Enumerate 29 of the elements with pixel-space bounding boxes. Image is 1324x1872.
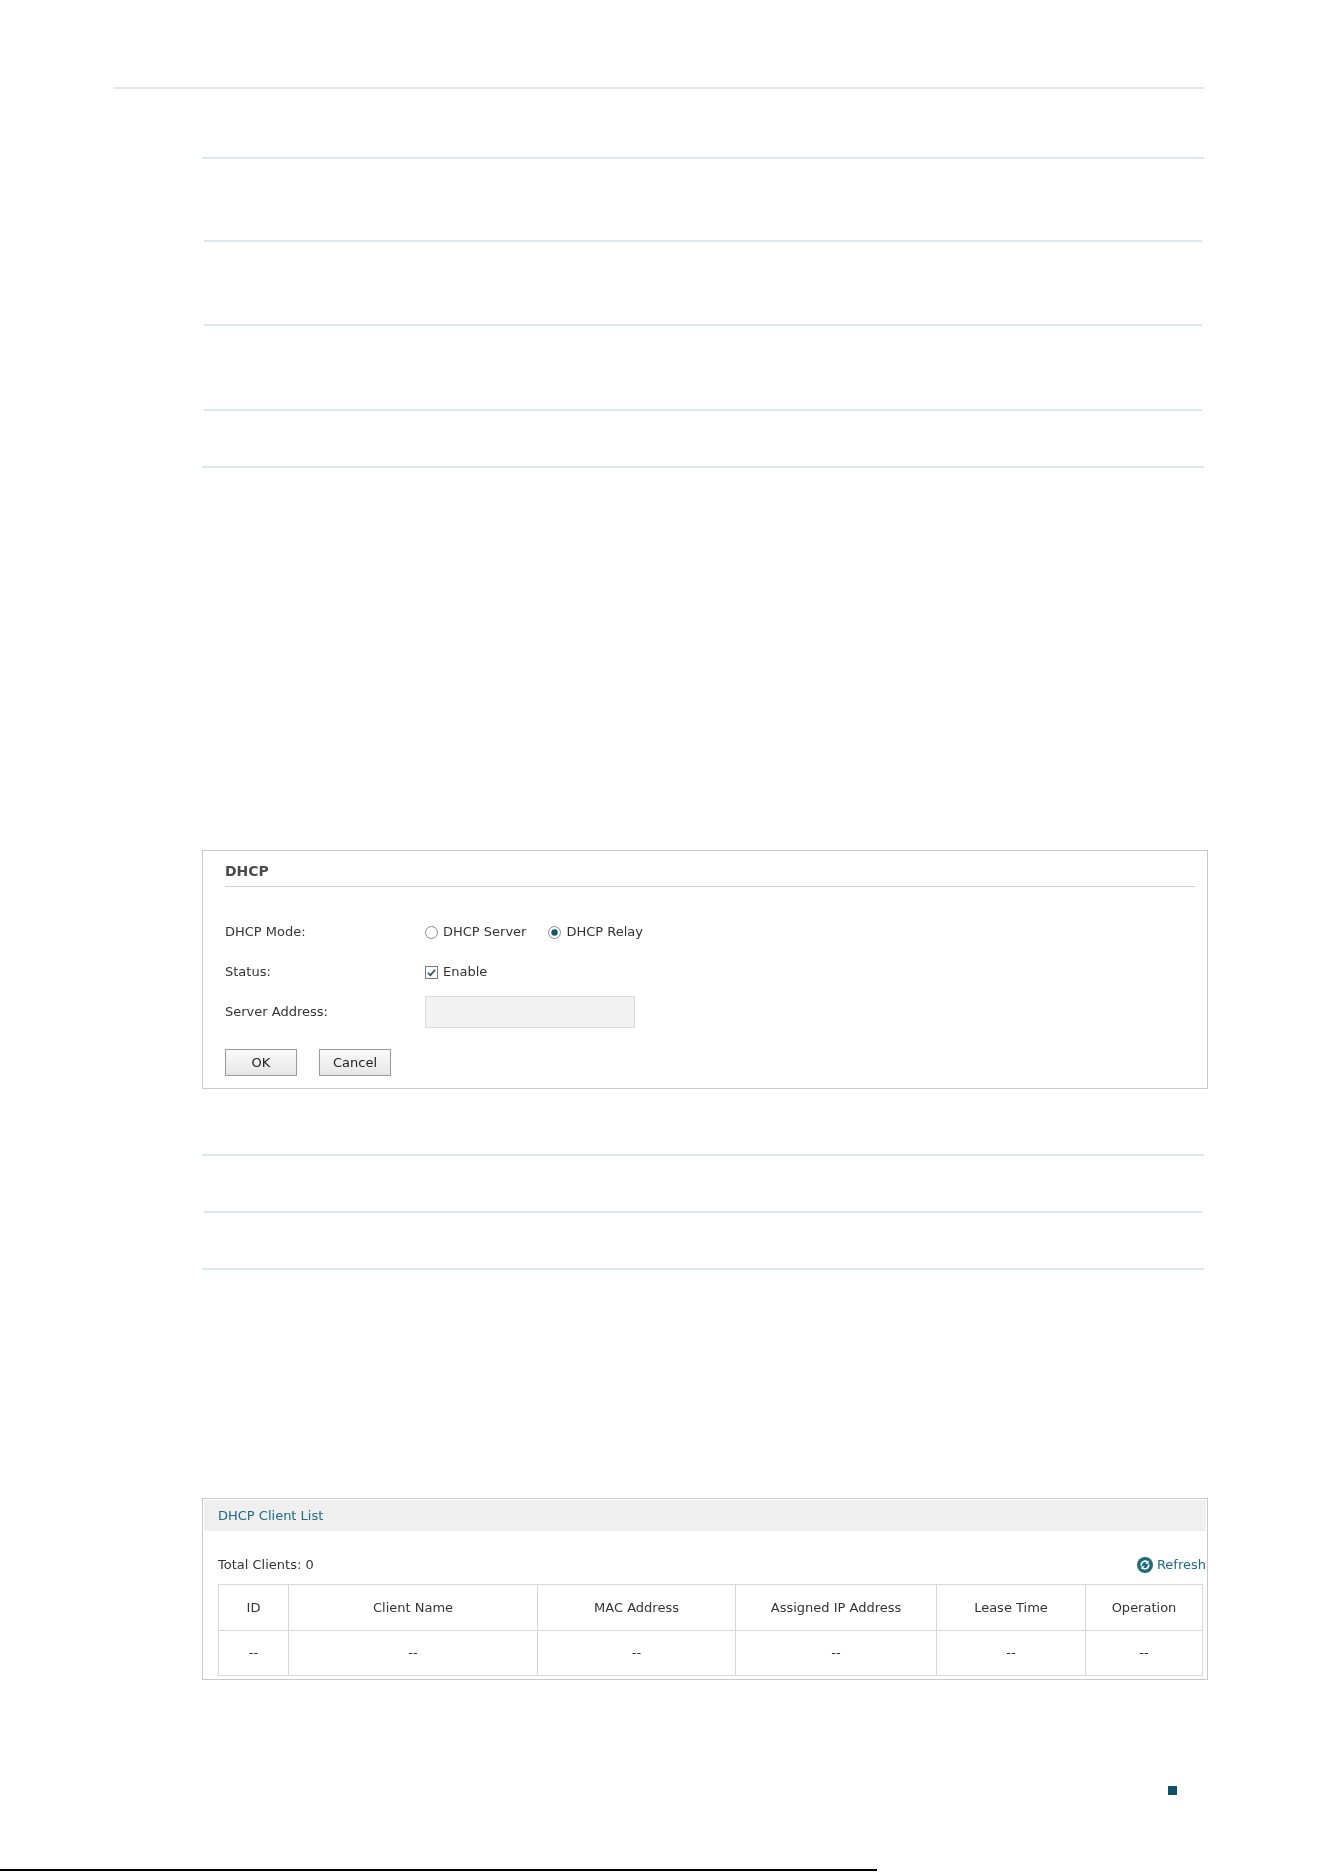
table-cell: -- [537, 1630, 736, 1676]
column-header: Lease Time [936, 1584, 1086, 1631]
action-button[interactable]: Cancel [319, 1049, 391, 1076]
checkbox[interactable] [425, 965, 438, 979]
field-label: Server Address: [225, 1004, 329, 1020]
panel-header: DHCP Client List [204, 1500, 1206, 1531]
field-label: DHCP Mode: [225, 924, 307, 940]
radio-label[interactable]: DHCP Server [443, 922, 527, 942]
radio-button[interactable] [548, 925, 562, 939]
table-cell: -- [936, 1630, 1086, 1676]
table-cell: -- [1085, 1630, 1203, 1676]
square-marker-icon [1168, 1786, 1177, 1795]
column-header: Client Name [288, 1584, 538, 1631]
radio-label[interactable]: DHCP Relay [566, 922, 644, 942]
table-cell: -- [218, 1630, 289, 1676]
column-header: ID [218, 1584, 289, 1631]
radio-button[interactable] [425, 925, 438, 939]
refresh-icon [1136, 1557, 1153, 1573]
table-cell: -- [288, 1630, 538, 1676]
column-header: MAC Address [537, 1584, 736, 1631]
checkbox-label[interactable]: Enable [443, 962, 488, 982]
refresh-link[interactable]: Refresh [1136, 1555, 1206, 1575]
column-header: Assigned IP Address [735, 1584, 937, 1631]
panel-title: DHCP [225, 861, 1195, 887]
action-button[interactable]: OK [225, 1049, 297, 1076]
field-label: Status: [225, 964, 272, 980]
column-header: Operation [1085, 1584, 1203, 1631]
table-cell: -- [735, 1630, 937, 1676]
total-clients-text: Total Clients: 0 [218, 1556, 314, 1575]
